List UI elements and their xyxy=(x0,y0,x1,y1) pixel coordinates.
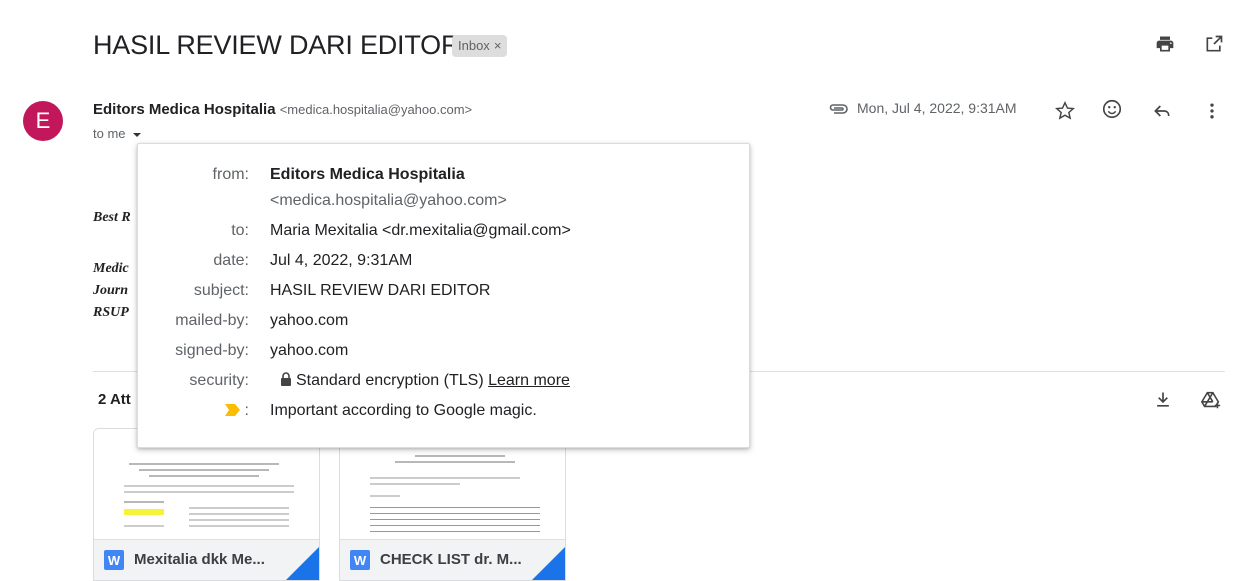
sender-line: Editors Medica Hospitalia <medica.hospit… xyxy=(93,101,472,118)
open-in-new-window-icon[interactable] xyxy=(1202,32,1226,56)
sender-email: <medica.hospitalia@yahoo.com> xyxy=(279,102,473,117)
to-value: Maria Mexitalia <dr.mexitalia@gmail.com> xyxy=(270,222,571,239)
from-name: Editors Medica Hospitalia xyxy=(270,166,465,183)
corner-fold-icon xyxy=(531,547,565,580)
more-options-icon[interactable] xyxy=(1200,99,1224,123)
from-email: <medica.hospitalia@yahoo.com> xyxy=(270,192,507,209)
recipients-label: to me xyxy=(93,126,126,141)
security-value-line: Standard encryption (TLS) Learn more xyxy=(270,372,570,390)
emoji-reaction-icon[interactable] xyxy=(1100,97,1124,121)
importance-colon: : xyxy=(244,402,249,419)
email-subject: HASIL REVIEW DARI EDITOR xyxy=(93,30,461,60)
signed-by-value: yahoo.com xyxy=(270,342,349,359)
word-document-icon: W xyxy=(104,550,124,570)
subject-value: HASIL REVIEW DARI EDITOR xyxy=(270,282,491,299)
security-label: security: xyxy=(189,372,249,389)
body-signature-line3: RSUP xyxy=(93,305,129,320)
remove-label-button[interactable]: × xyxy=(494,38,502,53)
chevron-down-icon[interactable] xyxy=(132,130,142,140)
mailed-by-value: yahoo.com xyxy=(270,312,349,329)
message-date: Mon, Jul 4, 2022, 9:31AM xyxy=(857,100,1017,116)
importance-label: : xyxy=(224,402,249,420)
add-to-drive-icon[interactable] xyxy=(1199,388,1223,412)
from-label: from: xyxy=(212,166,249,183)
sender-avatar[interactable]: E xyxy=(23,101,63,141)
recipients-toggle[interactable]: to me xyxy=(93,126,142,141)
attachment-card-2[interactable]: W CHECK LIST dr. M... xyxy=(339,428,566,581)
mailed-by-label: mailed-by: xyxy=(175,312,249,329)
signed-by-label: signed-by: xyxy=(175,342,249,359)
lock-icon xyxy=(281,372,291,386)
attachment-icon xyxy=(827,102,849,121)
attachment-name-1: Mexitalia dkk Me... xyxy=(134,551,265,568)
security-value: Standard encryption (TLS) xyxy=(296,372,484,389)
body-signature-line1: Medic xyxy=(93,261,129,276)
attachments-title: 2 Att xyxy=(98,391,131,408)
print-icon[interactable] xyxy=(1153,32,1177,56)
star-icon[interactable] xyxy=(1053,99,1077,123)
importance-value: Important according to Google magic. xyxy=(270,402,537,419)
subject-label: subject: xyxy=(193,282,249,299)
corner-fold-icon xyxy=(285,547,319,580)
body-greeting: Best R xyxy=(93,210,131,225)
importance-marker-icon xyxy=(224,404,240,416)
attachment-card-1[interactable]: W Mexitalia dkk Me... xyxy=(93,428,320,581)
download-all-icon[interactable] xyxy=(1151,388,1175,412)
message-details-popup: from: Editors Medica Hospitalia <medica.… xyxy=(137,143,750,448)
date-label: date: xyxy=(213,252,249,269)
attachment-name-2: CHECK LIST dr. M... xyxy=(380,551,522,568)
attachment-footer-2: W CHECK LIST dr. M... xyxy=(340,539,565,580)
inbox-label-chip[interactable]: Inbox × xyxy=(452,35,508,57)
to-label: to: xyxy=(231,222,249,239)
word-document-icon: W xyxy=(350,550,370,570)
inbox-label-text: Inbox xyxy=(458,38,490,53)
reply-icon[interactable] xyxy=(1150,99,1174,123)
attachment-footer-1: W Mexitalia dkk Me... xyxy=(94,539,319,580)
date-value: Jul 4, 2022, 9:31AM xyxy=(270,252,413,269)
learn-more-link[interactable]: Learn more xyxy=(488,372,570,389)
body-signature-line2: Journ xyxy=(93,283,129,298)
sender-name[interactable]: Editors Medica Hospitalia xyxy=(93,101,276,118)
